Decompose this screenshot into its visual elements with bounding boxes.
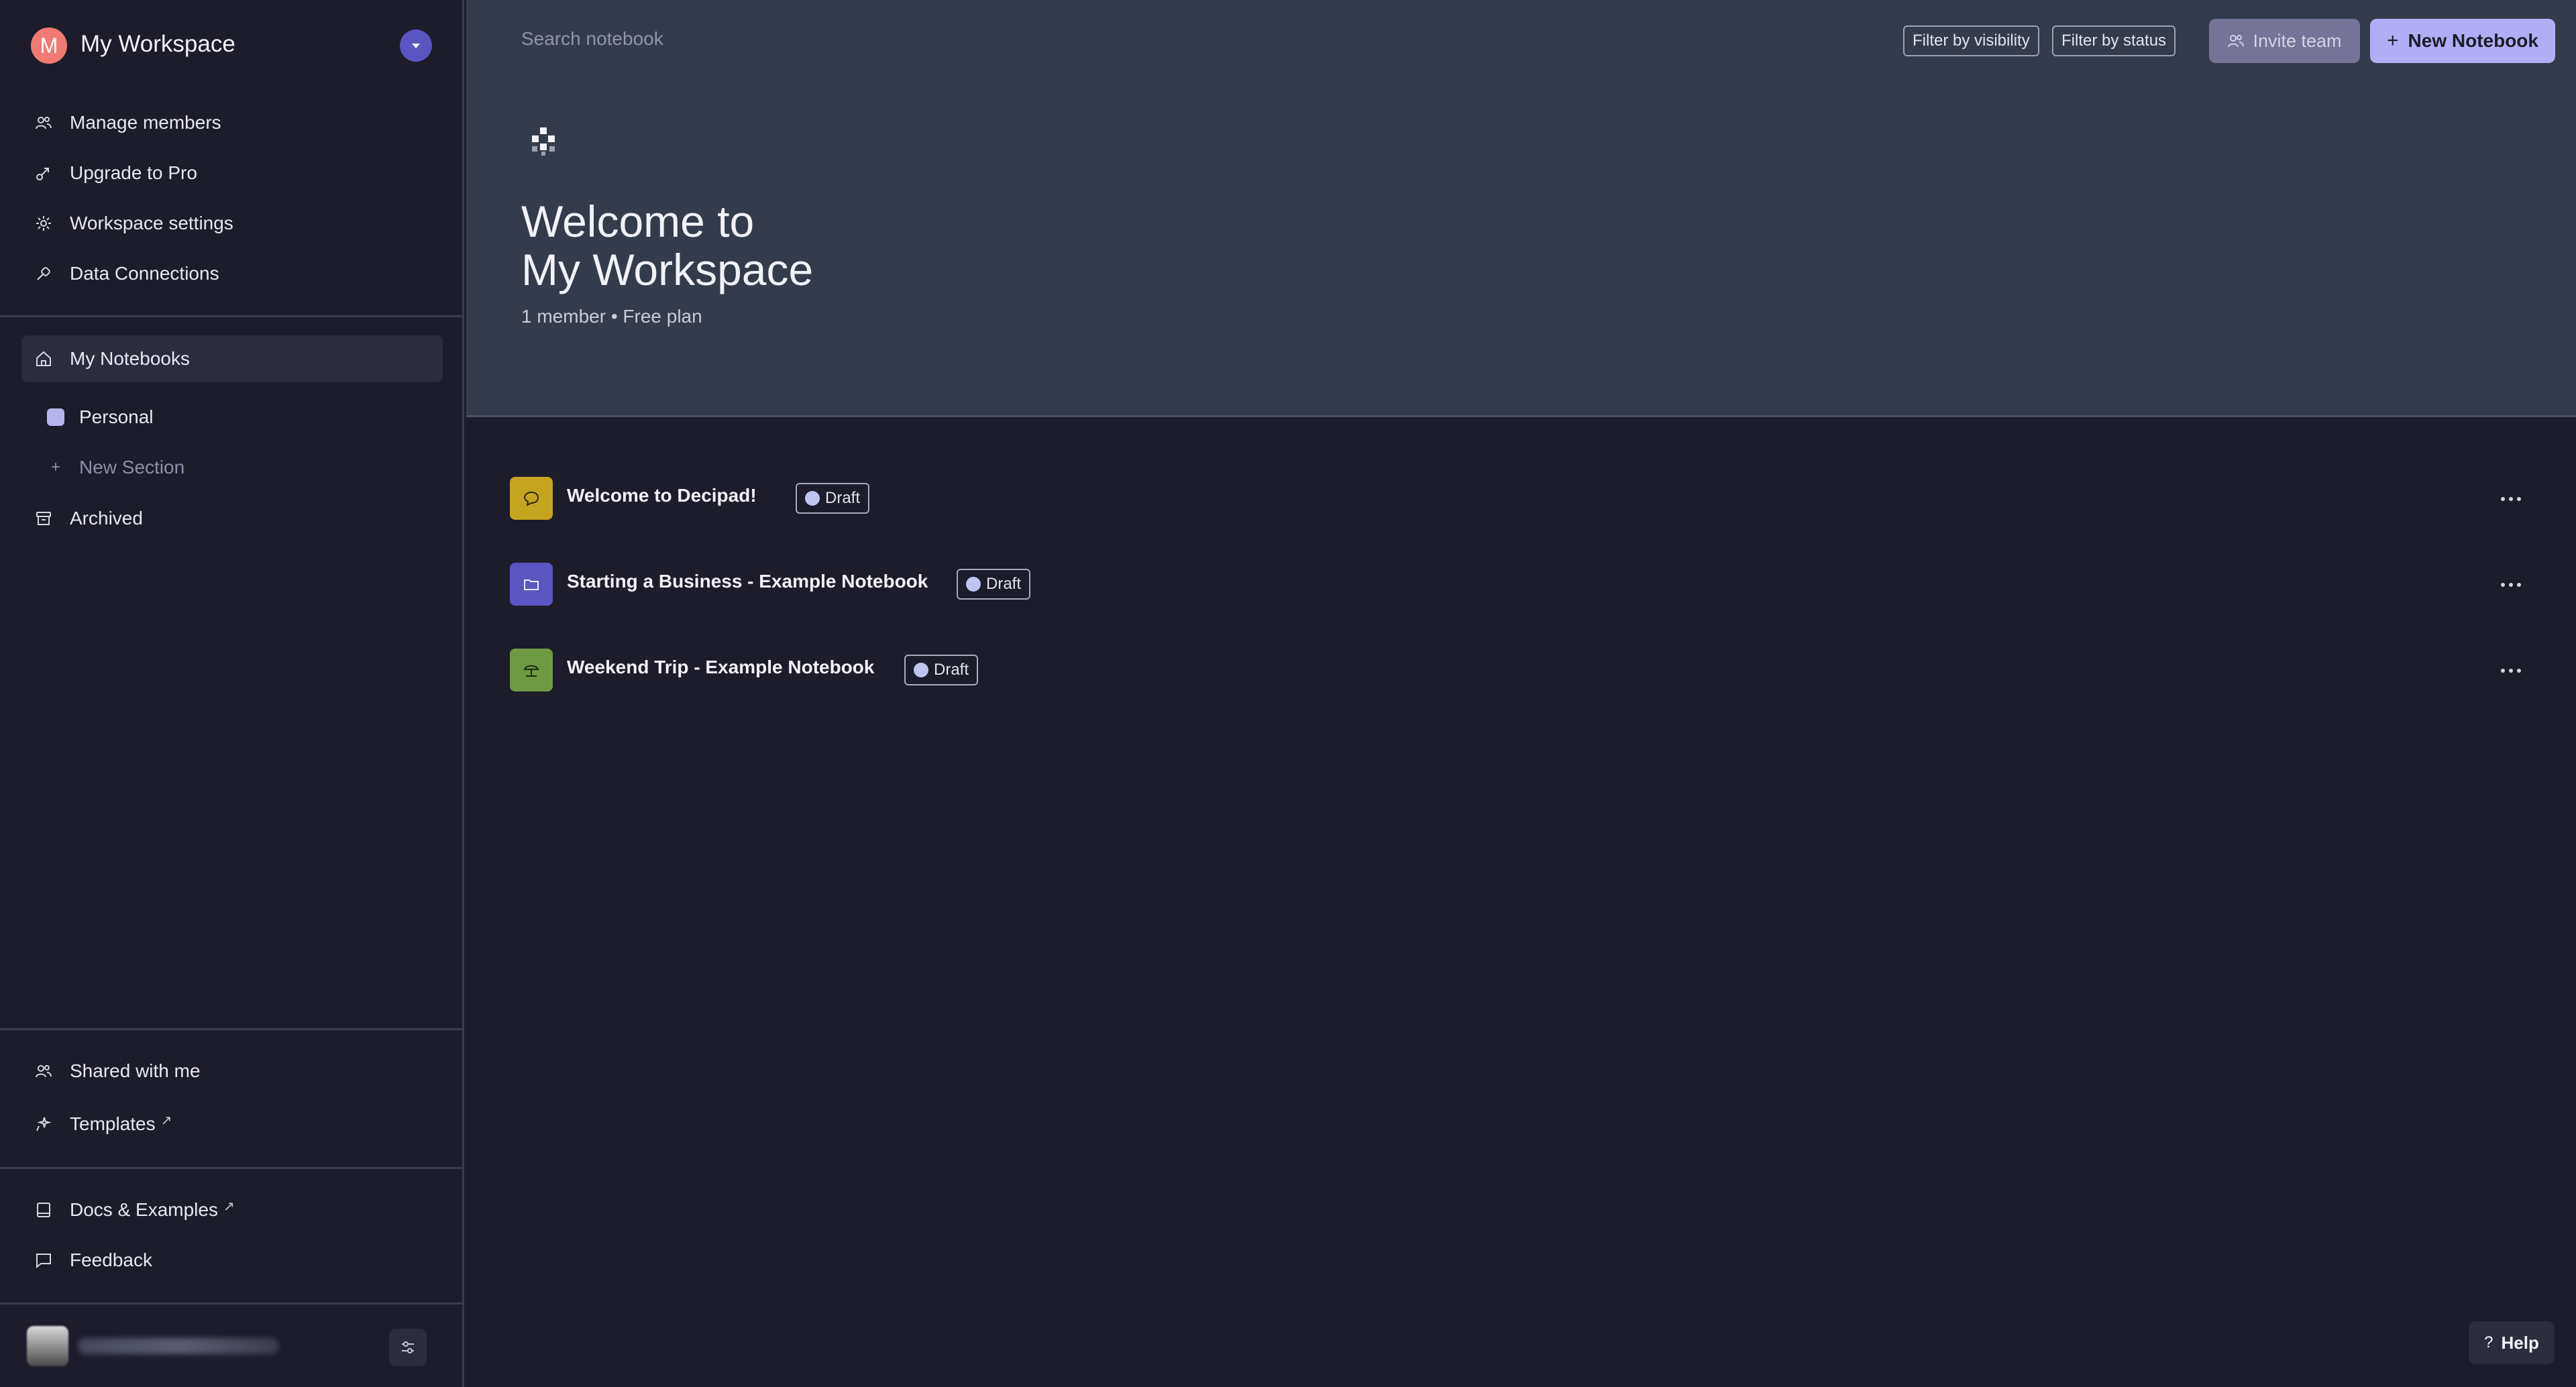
notebook-title[interactable]: Welcome to Decipad!	[567, 485, 757, 506]
sidebar-divider	[0, 1302, 464, 1305]
workspace-header: Filter by visibility Filter by status In…	[466, 0, 2576, 417]
users-icon	[2228, 35, 2245, 48]
gear-icon	[35, 215, 52, 232]
sparkle-icon	[35, 1115, 52, 1133]
sidebar-item-label: Archived	[70, 508, 143, 529]
more-options-icon[interactable]	[2496, 655, 2526, 686]
sidebar-item-templates[interactable]: Templates ↗	[21, 1101, 443, 1148]
sidebar-item-label: Upgrade to Pro	[70, 162, 197, 183]
sidebar-item-label: Shared with me	[70, 1060, 201, 1081]
external-link-icon: ↗	[160, 1113, 172, 1128]
status-badge: Draft	[904, 655, 979, 685]
sidebar-item-label: Templates	[70, 1113, 156, 1134]
book-icon	[35, 1201, 52, 1219]
sidebar-divider	[0, 315, 464, 317]
workspace-logo-icon	[532, 127, 555, 156]
app-root: M My Workspace Manage members Upgrade to…	[0, 0, 2576, 1387]
invite-team-button[interactable]: Invite team	[2209, 19, 2360, 63]
sidebar-item-label: Manage members	[70, 112, 221, 133]
new-section-label: New Section	[79, 457, 185, 478]
sidebar-divider	[0, 1028, 464, 1030]
new-notebook-button[interactable]: + New Notebook	[2370, 19, 2555, 63]
avatar	[27, 1326, 68, 1366]
beach-umbrella-icon	[510, 649, 553, 691]
notebook-row[interactable]: Welcome to Decipad! Draft	[510, 476, 2522, 520]
help-button[interactable]: ? Help	[2469, 1321, 2555, 1364]
users-icon	[35, 1062, 52, 1080]
users-icon	[35, 114, 52, 131]
home-icon	[35, 350, 52, 368]
notebook-row[interactable]: Starting a Business - Example Notebook D…	[510, 561, 2522, 606]
plus-icon: +	[2387, 30, 2399, 52]
invite-team-label: Invite team	[2253, 30, 2342, 51]
sidebar-item-label: Data Connections	[70, 263, 219, 284]
page-title-line-1: Welcome to	[521, 197, 755, 246]
upgrade-icon	[35, 164, 52, 182]
search-input[interactable]	[521, 24, 1058, 54]
section-color-swatch	[47, 408, 64, 426]
notebook-title[interactable]: Weekend Trip - Example Notebook	[567, 657, 874, 678]
message-icon	[35, 1252, 52, 1269]
workspace-switcher[interactable]: M My Workspace	[31, 25, 433, 64]
draft-dot-icon	[966, 577, 981, 592]
folder-icon	[510, 563, 553, 606]
status-badge-label: Draft	[934, 661, 969, 679]
sidebar-item-manage-members[interactable]: Manage members	[21, 99, 443, 146]
archive-icon	[35, 510, 52, 527]
sidebar-item-label: Feedback	[70, 1250, 152, 1270]
sidebar-item-shared-with-me[interactable]: Shared with me	[21, 1048, 443, 1095]
page-title-line-2: My Workspace	[521, 245, 814, 294]
workspace-name: My Workspace	[80, 31, 235, 57]
sidebar: M My Workspace Manage members Upgrade to…	[0, 0, 464, 1387]
help-label: Help	[2501, 1332, 2539, 1353]
draft-dot-icon	[914, 663, 928, 677]
filter-by-status-button[interactable]: Filter by status	[2052, 25, 2176, 56]
plus-icon: +	[50, 458, 60, 476]
sidebar-item-label: Docs & Examples	[70, 1199, 218, 1220]
page-title: Welcome to My Workspace	[521, 197, 813, 294]
new-section-button[interactable]: + New Section	[47, 447, 184, 488]
account-name-redacted	[78, 1338, 279, 1354]
more-options-icon[interactable]	[2496, 569, 2526, 600]
sidebar-item-upgrade[interactable]: Upgrade to Pro	[21, 150, 443, 197]
sidebar-item-label: Workspace settings	[70, 213, 233, 233]
sidebar-item-archived[interactable]: Archived	[21, 495, 443, 542]
settings-sliders-icon[interactable]	[389, 1329, 427, 1366]
sidebar-item-my-notebooks[interactable]: My Notebooks	[21, 335, 443, 382]
status-badge-label: Draft	[986, 575, 1022, 593]
link-icon	[35, 265, 52, 282]
status-badge-label: Draft	[825, 489, 861, 507]
sidebar-item-data-connections[interactable]: Data Connections	[21, 250, 443, 297]
chat-bubble-icon	[510, 477, 553, 520]
sidebar-item-label: My Notebooks	[70, 348, 190, 369]
section-label: Personal	[79, 406, 154, 427]
draft-dot-icon	[805, 491, 820, 506]
workspace-avatar: M	[31, 27, 67, 64]
notebook-row[interactable]: Weekend Trip - Example Notebook Draft	[510, 647, 2522, 691]
sidebar-divider	[0, 1167, 464, 1169]
status-badge: Draft	[796, 483, 870, 514]
account-row[interactable]	[27, 1325, 443, 1368]
new-notebook-label: New Notebook	[2408, 30, 2538, 51]
sidebar-item-workspace-settings[interactable]: Workspace settings	[21, 200, 443, 247]
filter-by-visibility-button[interactable]: Filter by visibility	[1903, 25, 2039, 56]
help-icon: ?	[2484, 1333, 2493, 1351]
external-link-icon: ↗	[223, 1199, 235, 1214]
sidebar-item-feedback[interactable]: Feedback	[21, 1237, 443, 1284]
more-options-icon[interactable]	[2496, 484, 2526, 514]
sidebar-section-personal[interactable]: Personal	[47, 397, 154, 437]
notebook-title[interactable]: Starting a Business - Example Notebook	[567, 571, 928, 592]
workspace-summary: 1 member • Free plan	[521, 306, 702, 327]
sidebar-item-docs[interactable]: Docs & Examples ↗	[21, 1186, 443, 1233]
status-badge: Draft	[957, 569, 1031, 600]
chevron-down-icon[interactable]	[400, 30, 432, 62]
